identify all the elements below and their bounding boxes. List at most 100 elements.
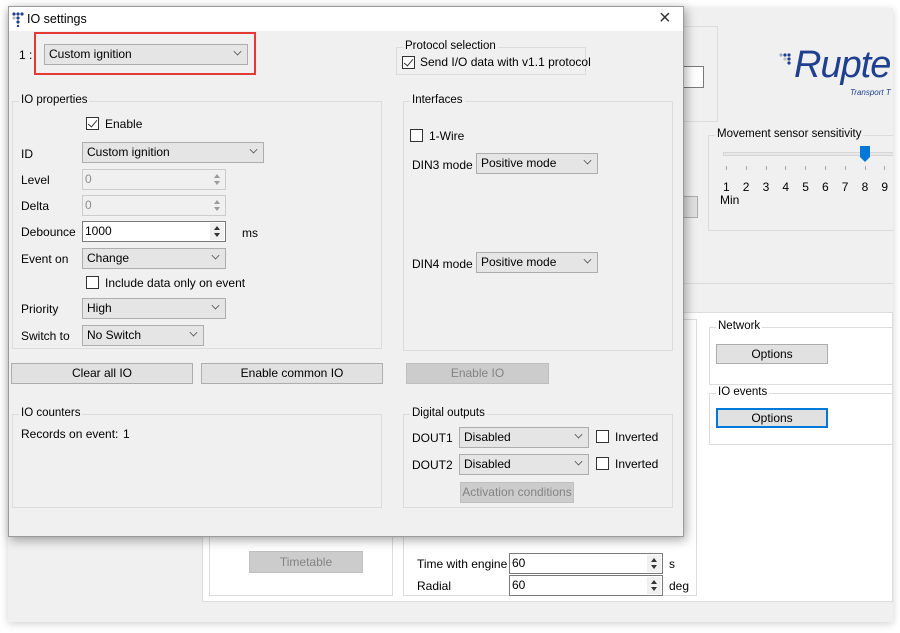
debounce-value: 1000 — [85, 224, 112, 238]
spinner-arrows[interactable] — [210, 223, 224, 240]
activation-conditions-button[interactable]: Activation conditions — [460, 482, 574, 503]
slider-tick-label: 3 — [762, 180, 770, 194]
slider-tick-label: 9 — [881, 180, 889, 194]
sensitivity-ticks: 123456789 — [723, 166, 893, 196]
io-index-label: 1 : — [19, 48, 33, 62]
delta-label: Delta — [21, 199, 50, 213]
dialog-title: IO settings — [27, 12, 87, 26]
switch-to-dropdown[interactable]: No Switch — [82, 325, 204, 346]
level-input[interactable]: 0 — [82, 169, 226, 190]
slider-tick-mark — [805, 166, 807, 170]
slider-tick-mark — [825, 166, 826, 170]
slider-tick-mark — [864, 166, 866, 170]
time-with-engine-value: 60 — [512, 556, 526, 570]
chevron-down-icon — [583, 156, 592, 165]
dout2-value: Disabled — [464, 457, 511, 471]
priority-label: Priority — [21, 302, 59, 316]
radial-value: 60 — [512, 578, 526, 592]
dout1-inverted-checkbox[interactable] — [596, 430, 609, 443]
radial-input[interactable]: 60 — [509, 575, 663, 596]
slider-tick-label: 8 — [861, 180, 869, 194]
slider-tick-mark — [884, 166, 886, 170]
slider-tick-label: 2 — [742, 180, 750, 194]
one-wire-label: 1-Wire — [429, 129, 465, 143]
switch-to-label: Switch to — [21, 329, 70, 343]
delta-input[interactable]: 0 — [82, 195, 226, 216]
slider-tick-label: 6 — [822, 180, 829, 194]
chevron-down-icon — [249, 145, 258, 154]
time-with-engine-input[interactable]: 60 — [509, 553, 663, 574]
id-label: ID — [21, 147, 33, 161]
network-group: Network Options — [709, 320, 893, 385]
id-dropdown[interactable]: Custom ignition — [82, 142, 264, 163]
priority-dropdown[interactable]: High — [82, 298, 226, 319]
chevron-down-icon — [211, 251, 220, 260]
chevron-down-icon — [189, 328, 198, 337]
spinner-arrows[interactable] — [647, 577, 661, 594]
io-properties-legend: IO properties — [19, 94, 90, 106]
din4-mode-label: DIN4 mode — [412, 257, 473, 271]
io-events-legend: IO events — [716, 386, 770, 398]
event-on-value: Change — [87, 251, 130, 265]
io-counters-group: IO counters Records on event: 1 — [12, 407, 382, 508]
highlight-box — [34, 32, 256, 75]
din3-mode-label: DIN3 mode — [412, 158, 473, 172]
sensitivity-min-label: Min — [720, 193, 740, 207]
chevron-down-icon — [574, 457, 583, 466]
movement-sensor-legend: Movement sensor sensitivity — [715, 128, 864, 140]
din3-mode-dropdown[interactable]: Positive mode — [476, 153, 598, 174]
enable-checkbox[interactable] — [86, 117, 99, 130]
timetable-button[interactable]: Timetable — [249, 551, 363, 573]
level-label: Level — [21, 173, 50, 187]
event-on-dropdown[interactable]: Change — [82, 248, 226, 269]
din3-mode-value: Positive mode — [481, 156, 557, 170]
ruptela-logo: Rupte Transport T — [778, 44, 893, 97]
spinner-arrows[interactable] — [210, 171, 224, 188]
id-value: Custom ignition — [87, 145, 170, 159]
slider-tick-mark — [726, 166, 727, 170]
enable-io-button[interactable]: Enable IO — [406, 363, 549, 384]
records-on-event-value: 1 — [123, 427, 130, 441]
logo-dots-icon — [779, 53, 791, 65]
chevron-down-icon — [583, 255, 592, 264]
slider-tick-label: 4 — [782, 180, 790, 194]
delta-value: 0 — [85, 198, 92, 212]
slider-tick-label: 7 — [841, 180, 849, 194]
chevron-down-icon — [211, 301, 220, 310]
io-counters-legend: IO counters — [19, 407, 83, 419]
din4-mode-dropdown[interactable]: Positive mode — [476, 252, 598, 273]
include-data-checkbox[interactable] — [86, 276, 99, 289]
slider-tick-label: 1 — [723, 180, 730, 194]
dialog-titlebar[interactable]: IO settings × — [9, 7, 683, 31]
din4-mode-value: Positive mode — [481, 255, 557, 269]
interfaces-legend: Interfaces — [410, 94, 465, 106]
close-icon[interactable]: × — [659, 7, 671, 30]
dout1-value: Disabled — [464, 430, 511, 444]
enable-common-io-button[interactable]: Enable common IO — [201, 363, 383, 384]
one-wire-checkbox[interactable] — [410, 129, 423, 142]
dout1-dropdown[interactable]: Disabled — [459, 427, 589, 448]
clear-all-io-button[interactable]: Clear all IO — [11, 363, 193, 384]
radial-label: Radial — [417, 579, 452, 593]
dout2-dropdown[interactable]: Disabled — [459, 454, 589, 475]
switch-to-value: No Switch — [87, 328, 142, 342]
radial-unit: deg — [669, 579, 690, 593]
movement-sensor-group: Movement sensor sensitivity 123456789 Mi… — [708, 128, 893, 231]
debounce-input[interactable]: 1000 — [82, 221, 226, 242]
dout2-inverted-checkbox[interactable] — [596, 457, 609, 470]
spinner-arrows[interactable] — [210, 197, 224, 214]
debounce-unit: ms — [242, 226, 258, 240]
dout1-label: DOUT1 — [412, 431, 453, 445]
network-options-button[interactable]: Options — [716, 344, 828, 364]
records-on-event-label: Records on event: — [21, 427, 119, 441]
time-with-engine-unit: s — [669, 557, 675, 571]
app-icon — [12, 12, 24, 27]
sensitivity-slider-thumb[interactable] — [859, 146, 870, 162]
send-v11-checkbox[interactable] — [402, 56, 415, 69]
io-events-options-button[interactable]: Options — [716, 408, 828, 428]
io-properties-group: IO properties Enable ID Custom ignition … — [12, 94, 382, 349]
include-data-label: Include data only on event — [105, 276, 246, 290]
network-legend: Network — [716, 320, 763, 332]
spinner-arrows[interactable] — [647, 555, 661, 572]
io-settings-dialog: IO settings × 1 : Custom ignition Protoc… — [8, 6, 684, 537]
